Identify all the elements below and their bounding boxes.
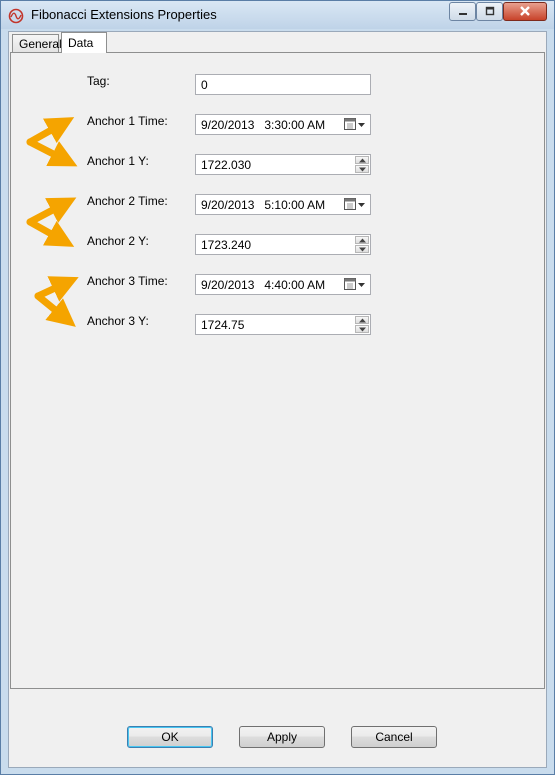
anchor1-time-label: Anchor 1 Time: — [87, 114, 168, 128]
tag-value: 0 — [201, 78, 208, 92]
spin-up-icon — [359, 318, 366, 323]
tab-data[interactable]: Data — [61, 32, 107, 53]
anchor1-y-value: 1722.030 — [201, 158, 252, 172]
spin-buttons — [355, 316, 369, 333]
spin-up-icon — [359, 238, 366, 243]
spin-down-icon — [359, 247, 366, 252]
tag-field[interactable]: 0 — [195, 74, 371, 95]
spin-down-button[interactable] — [355, 245, 369, 253]
calendar-icon[interactable] — [344, 198, 366, 211]
spin-up-button[interactable] — [355, 316, 369, 324]
anchor2-time-value: 9/20/2013 5:10:00 AM — [201, 198, 326, 212]
close-icon — [520, 6, 530, 16]
anchor1-time-picker[interactable]: 9/20/2013 3:30:00 AM — [195, 114, 371, 135]
anchor2-time-picker[interactable]: 9/20/2013 5:10:00 AM — [195, 194, 371, 215]
apply-button[interactable]: Apply — [239, 726, 325, 748]
close-button[interactable] — [503, 2, 547, 21]
spin-down-button[interactable] — [355, 165, 369, 173]
spin-up-button[interactable] — [355, 156, 369, 164]
minimize-button[interactable] — [449, 2, 476, 21]
anchor2-time-label: Anchor 2 Time: — [87, 194, 168, 208]
anchor3-y-value: 1724.75 — [201, 318, 245, 332]
tag-label: Tag: — [87, 74, 110, 88]
anchor3-y-stepper[interactable]: 1724.75 — [195, 314, 371, 335]
spin-down-button[interactable] — [355, 325, 369, 333]
maximize-button[interactable] — [476, 2, 503, 21]
calendar-icon[interactable] — [344, 118, 366, 131]
spin-buttons — [355, 236, 369, 253]
spin-buttons — [355, 156, 369, 173]
window-title: Fibonacci Extensions Properties — [31, 7, 217, 22]
spin-up-button[interactable] — [355, 236, 369, 244]
anchor3-time-value: 9/20/2013 4:40:00 AM — [201, 278, 326, 292]
ok-button[interactable]: OK — [127, 726, 213, 748]
maximize-icon — [485, 6, 494, 16]
properties-window: Fibonacci Extensions Properties General … — [0, 0, 555, 775]
anchor1-y-stepper[interactable]: 1722.030 — [195, 154, 371, 175]
anchor2-y-value: 1723.240 — [201, 238, 252, 252]
anchor2-y-stepper[interactable]: 1723.240 — [195, 234, 371, 255]
anchor3-y-label: Anchor 3 Y: — [87, 314, 149, 328]
anchor1-time-value: 9/20/2013 3:30:00 AM — [201, 118, 326, 132]
anchor2-y-label: Anchor 2 Y: — [87, 234, 149, 248]
app-icon — [8, 8, 24, 24]
anchor1-y-label: Anchor 1 Y: — [87, 154, 149, 168]
spin-up-icon — [359, 158, 366, 163]
anchor3-time-label: Anchor 3 Time: — [87, 274, 168, 288]
calendar-icon[interactable] — [344, 278, 366, 291]
data-tab-panel: Tag: 0 Anchor 1 Time: 9/20/2013 3:30:00 … — [10, 52, 545, 689]
spin-down-icon — [359, 167, 366, 172]
tab-general[interactable]: General — [12, 34, 62, 52]
cancel-button[interactable]: Cancel — [351, 726, 437, 748]
anchor3-time-picker[interactable]: 9/20/2013 4:40:00 AM — [195, 274, 371, 295]
spin-down-icon — [359, 327, 366, 332]
minimize-icon — [458, 13, 467, 15]
dialog-client: General Data Tag: 0 Anchor 1 Time: 9/20/… — [8, 31, 547, 768]
title-bar[interactable]: Fibonacci Extensions Properties — [1, 1, 554, 29]
